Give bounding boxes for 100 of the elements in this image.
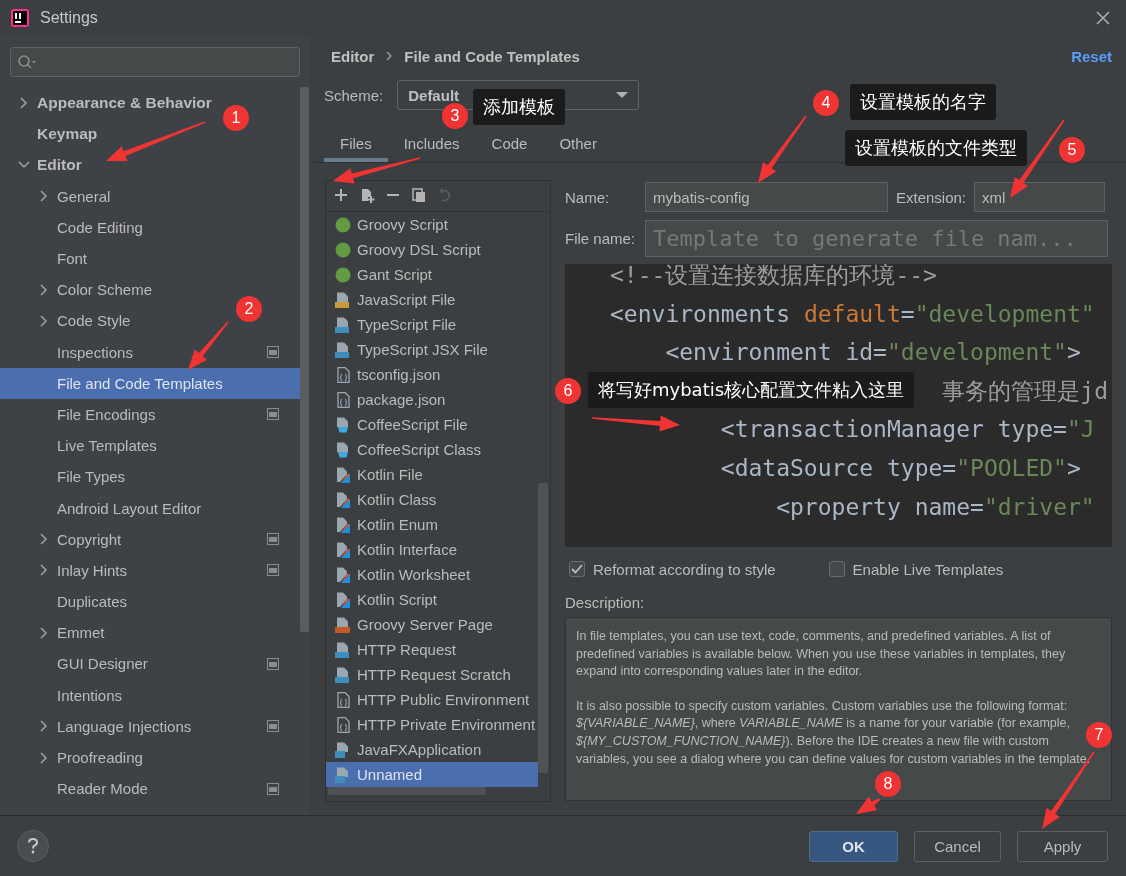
scrollbar-thumb[interactable] xyxy=(538,483,548,773)
dialog-button[interactable]: OK xyxy=(809,830,898,862)
template-item[interactable]: Kotlin Script xyxy=(326,587,538,612)
template-item[interactable]: Groovy DSL Script xyxy=(326,237,538,262)
chevron-icon[interactable] xyxy=(38,564,50,577)
app-icon xyxy=(10,8,30,28)
copy-icon[interactable] xyxy=(412,188,428,204)
description-label: Description: xyxy=(565,592,646,613)
checkbox-label: Enable Live Templates xyxy=(852,560,1004,578)
check-icon xyxy=(571,564,583,574)
extension-field[interactable]: xml xyxy=(974,182,1106,212)
template-item[interactable]: JavaFXApplication xyxy=(326,737,538,762)
file-icon xyxy=(335,691,351,708)
search-field[interactable] xyxy=(10,47,300,77)
file-icon xyxy=(335,641,351,658)
template-item[interactable]: Groovy Script xyxy=(326,212,538,237)
template-item[interactable]: CoffeeScript File xyxy=(326,412,538,437)
breadcrumb-item: Editor xyxy=(331,47,375,65)
file-icon xyxy=(335,366,351,383)
file-icon xyxy=(335,716,351,733)
caret-icon xyxy=(616,91,629,99)
template-item[interactable]: Kotlin File xyxy=(326,462,538,487)
tree-item[interactable]: Appearance & Behavior xyxy=(0,87,212,119)
chevron-icon[interactable] xyxy=(38,533,50,546)
scrollbar-thumb[interactable] xyxy=(300,87,309,632)
tree-item[interactable]: Android Layout Editor xyxy=(0,492,202,524)
dialog-button[interactable]: Apply xyxy=(1017,830,1108,862)
checkbox[interactable] xyxy=(569,561,585,577)
plus-icon[interactable] xyxy=(334,188,350,204)
tree-item[interactable]: Editor xyxy=(0,149,82,181)
tree-item[interactable]: Code Editing xyxy=(0,211,143,243)
code-line: <transactionManager type="J xyxy=(720,416,1095,443)
template-item[interactable]: tsconfig.json xyxy=(326,362,538,387)
close-icon[interactable] xyxy=(1096,11,1110,25)
file-icon xyxy=(335,416,351,433)
template-item[interactable]: TypeScript JSX File xyxy=(326,337,538,362)
template-item[interactable]: Kotlin Enum xyxy=(326,512,538,537)
template-item[interactable]: Groovy Server Page xyxy=(326,612,538,637)
code-line: 事务的管理是jd xyxy=(942,377,1109,404)
tree-item[interactable]: Keymap xyxy=(0,118,98,150)
tab[interactable]: Other xyxy=(543,128,613,162)
tree-item[interactable]: Inlay Hints xyxy=(0,554,300,586)
help-button[interactable] xyxy=(17,830,49,862)
tree-item[interactable]: File and Code Templates xyxy=(0,367,300,399)
tab[interactable]: Files xyxy=(324,128,388,162)
chevron-icon[interactable] xyxy=(18,158,30,171)
tree-item[interactable]: Inspections xyxy=(0,336,300,368)
template-item[interactable]: Kotlin Class xyxy=(326,487,538,512)
chevron-icon[interactable] xyxy=(38,314,50,327)
file-plus-icon[interactable] xyxy=(360,188,376,204)
tab[interactable]: Includes xyxy=(387,128,476,162)
template-item[interactable]: HTTP Public Environment xyxy=(326,687,538,712)
template-item[interactable]: Gant Script xyxy=(326,262,538,287)
name-field[interactable]: mybatis-config xyxy=(645,182,888,212)
file-icon xyxy=(335,466,351,483)
tree-item[interactable]: General xyxy=(0,180,111,212)
template-item[interactable]: Unnamed xyxy=(326,762,538,787)
tree-item[interactable]: Language Injections xyxy=(0,710,300,742)
checkbox[interactable] xyxy=(828,561,845,577)
tree-item[interactable]: Intentions xyxy=(0,679,123,711)
tree-item[interactable]: Color Scheme xyxy=(0,274,153,306)
tab[interactable]: Code xyxy=(475,128,544,162)
template-item[interactable]: JavaScript File xyxy=(326,287,538,312)
reset-link[interactable]: Reset xyxy=(1071,47,1112,65)
template-item[interactable]: Kotlin Interface xyxy=(326,537,538,562)
chevron-icon[interactable] xyxy=(38,283,50,296)
template-item[interactable]: package.json xyxy=(326,387,538,412)
template-item[interactable]: HTTP Request Scratch xyxy=(326,662,538,687)
tree-item[interactable]: Emmet xyxy=(0,617,105,649)
template-item[interactable]: TypeScript File xyxy=(326,312,538,337)
file-icon xyxy=(335,591,351,608)
checkbox-label: Reformat according to style xyxy=(593,560,776,578)
file-icon xyxy=(335,566,351,583)
tree-item[interactable]: Proofreading xyxy=(0,741,143,774)
file-icon xyxy=(335,441,351,458)
scrollbar-thumb[interactable] xyxy=(328,787,486,795)
tree-item[interactable]: Copyright xyxy=(0,523,300,555)
template-item[interactable]: HTTP Private Environment xyxy=(326,712,538,737)
chevron-icon[interactable] xyxy=(38,626,50,639)
tree-item[interactable]: Font xyxy=(0,242,87,275)
tree-item[interactable]: GUI Designer xyxy=(0,648,300,680)
file-icon xyxy=(335,491,351,508)
chevron-icon[interactable] xyxy=(38,720,50,733)
tree-item[interactable]: File Types xyxy=(0,461,126,493)
file-icon xyxy=(335,741,351,758)
chevron-icon[interactable] xyxy=(18,96,30,109)
tree-item[interactable]: Reader Mode xyxy=(0,773,300,805)
tree-item[interactable]: Code Style xyxy=(0,305,131,337)
chevron-icon[interactable] xyxy=(38,751,50,764)
tree-item[interactable]: File Encodings xyxy=(0,398,300,431)
template-item[interactable]: HTTP Request xyxy=(326,637,538,662)
tree-item[interactable]: Duplicates xyxy=(0,586,128,618)
template-item[interactable]: Kotlin Worksheet xyxy=(326,562,538,587)
dialog-button[interactable]: Cancel xyxy=(914,830,1001,862)
file-icon xyxy=(335,616,351,633)
file-icon xyxy=(335,391,351,408)
tree-item[interactable]: Live Templates xyxy=(0,430,157,462)
chevron-icon xyxy=(386,51,393,61)
template-item[interactable]: CoffeeScript Class xyxy=(326,437,538,462)
chevron-icon[interactable] xyxy=(38,190,50,203)
